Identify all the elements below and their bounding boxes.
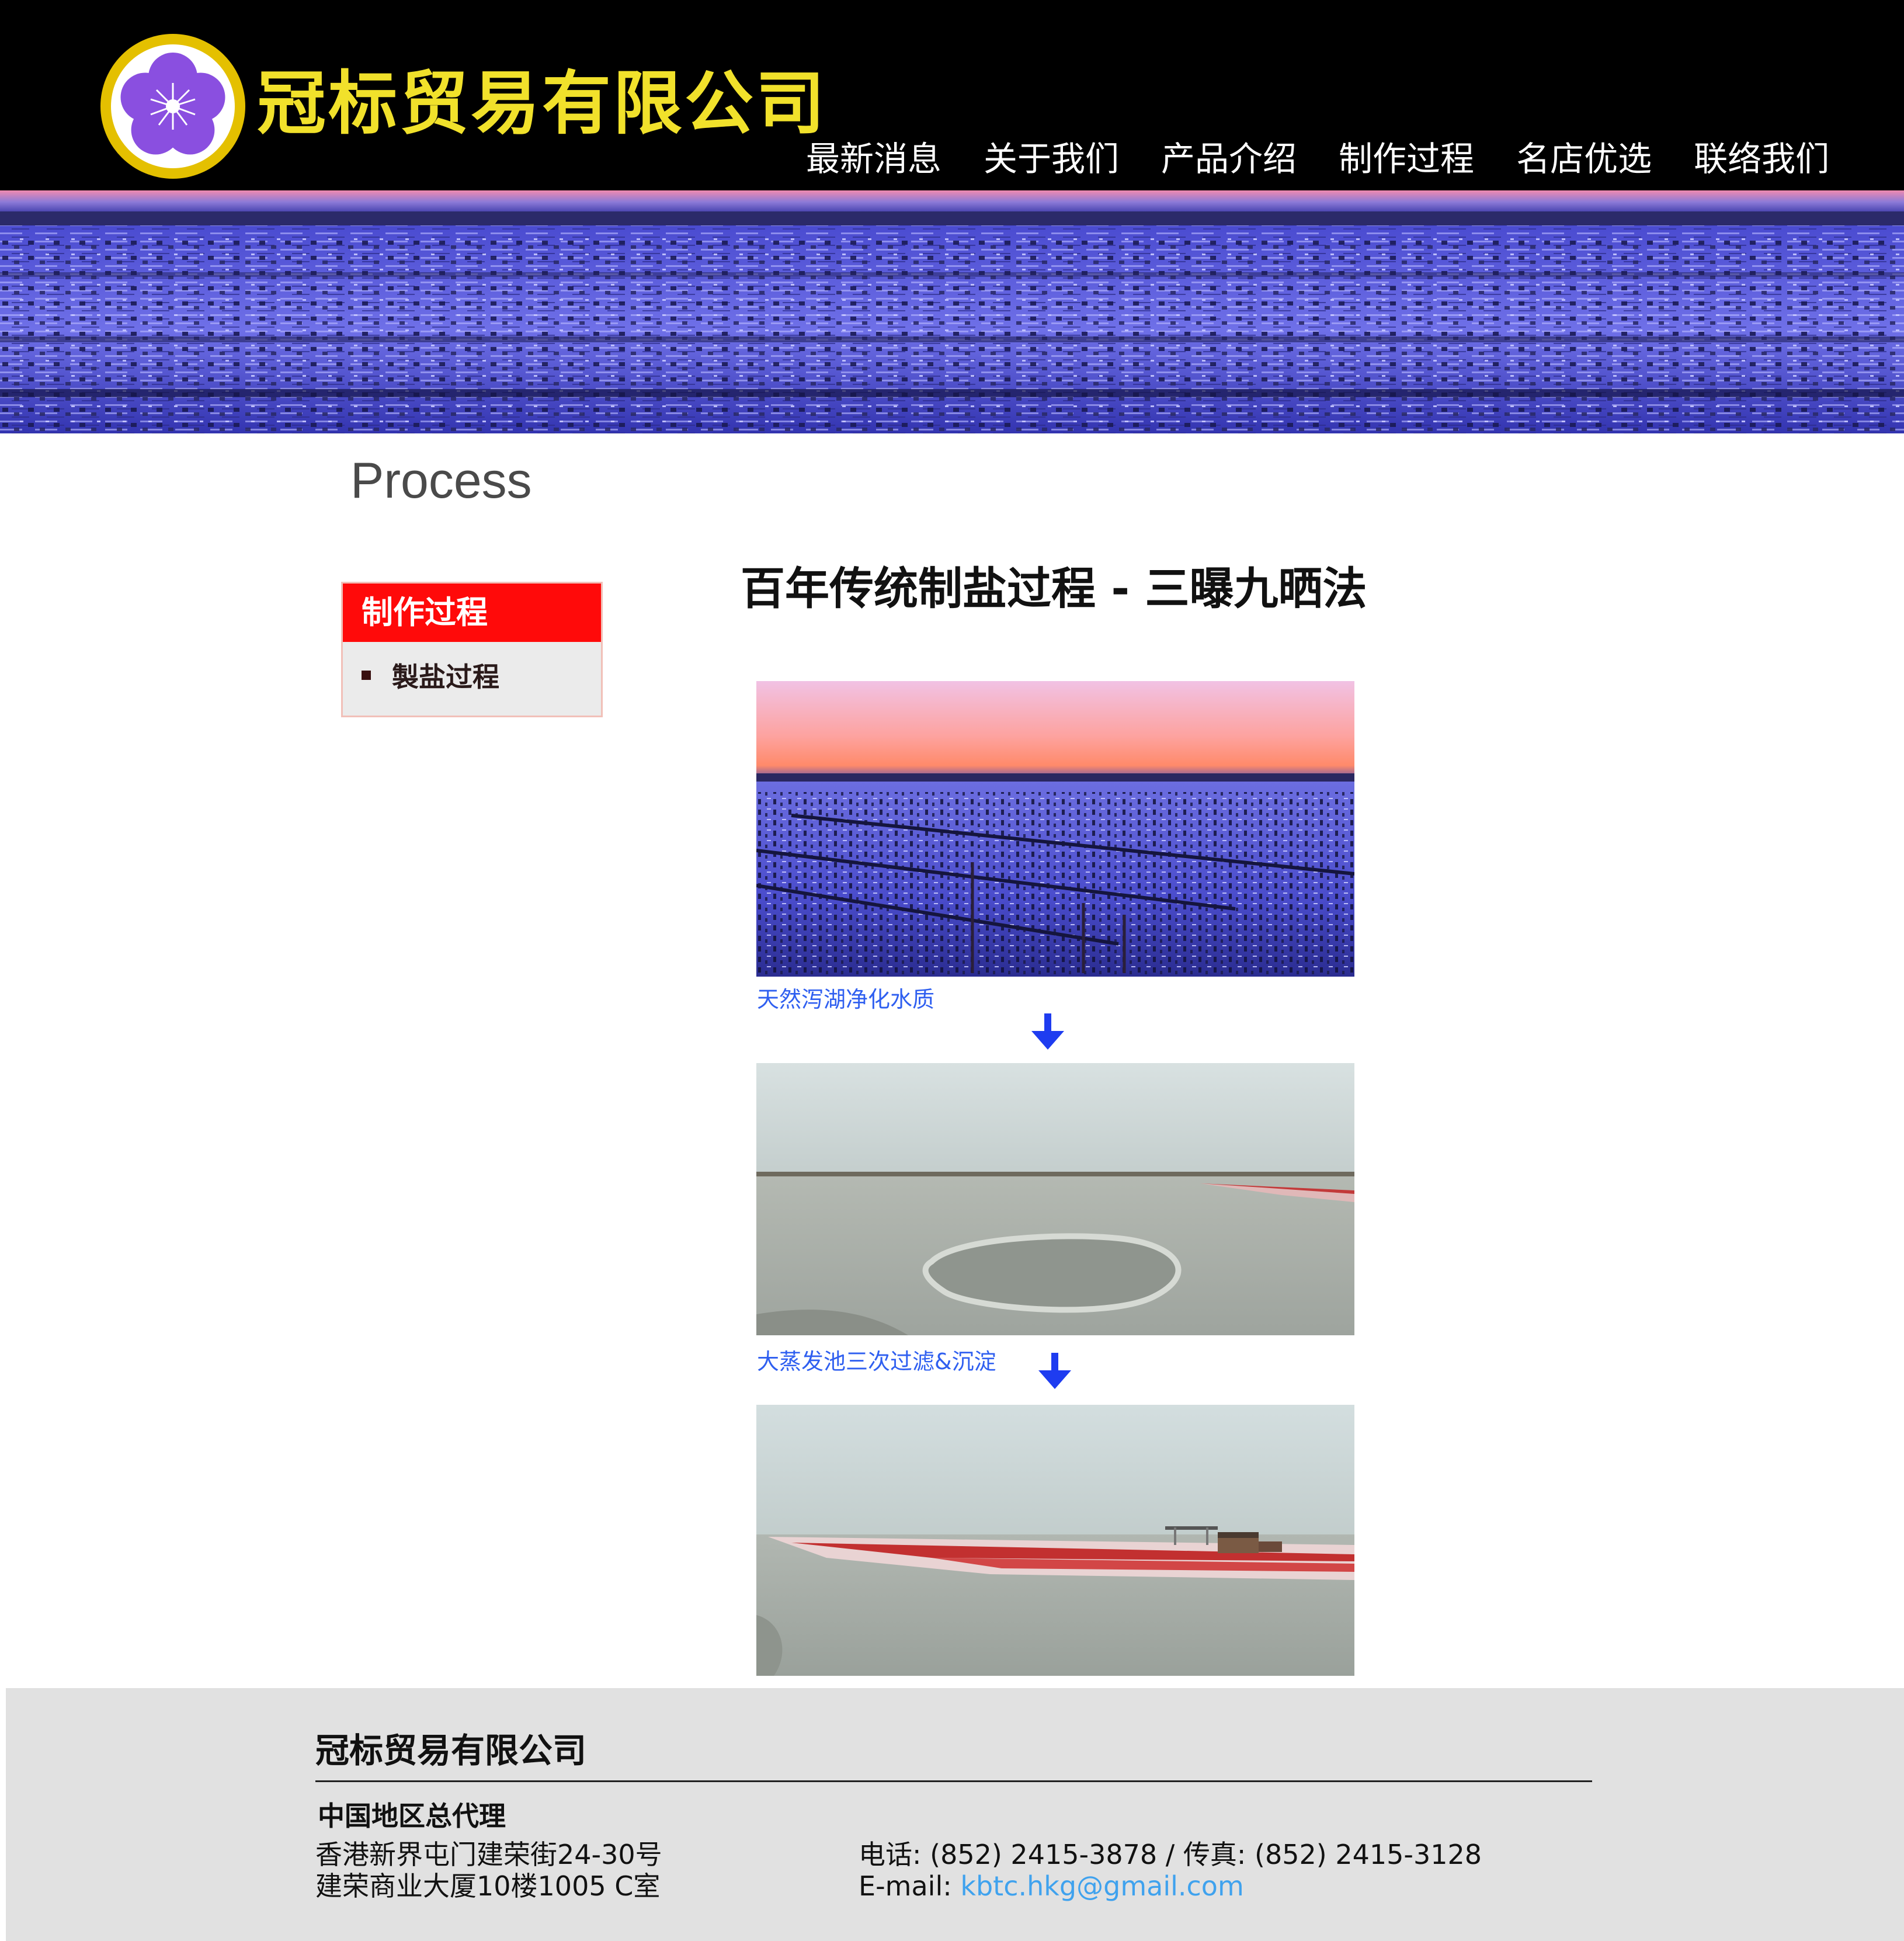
lagoon-photo	[756, 681, 1354, 977]
site-header: 冠标贸易有限公司 最新消息 关于我们 产品介绍 制作过程 名店优选 联络我们	[0, 0, 1904, 190]
nav-featured-shops[interactable]: 名店优选	[1516, 136, 1652, 182]
evaporation-pond-photo	[756, 1063, 1354, 1335]
footer-address-line-2: 建荣商业大厦10楼1005 C室	[315, 1870, 661, 1902]
salt-pan-photo	[756, 1405, 1354, 1676]
side-menu-item-salt-process[interactable]: 製盐过程	[362, 656, 499, 695]
footer-phone-fax: 电话: (852) 2415-3878 / 传真: (852) 2415-312…	[859, 1839, 1482, 1870]
square-bullet-icon	[362, 671, 371, 680]
side-menu-item-label[interactable]: 製盐过程	[392, 656, 499, 695]
side-menu: 制作过程 製盐过程	[341, 582, 603, 717]
side-menu-title[interactable]: 制作过程	[362, 595, 488, 630]
nav-contact[interactable]: 联络我们	[1694, 136, 1829, 182]
step-caption-2: 大蒸发池三次过滤&沉淀	[757, 1349, 996, 1374]
company-logo[interactable]	[100, 34, 245, 179]
down-arrow-icon	[1031, 1013, 1064, 1050]
footer-email-row: E-mail: kbtc.hkg@gmail.com	[859, 1873, 1244, 1900]
footer-divider	[315, 1780, 1592, 1782]
footer-email-label: E-mail:	[859, 1870, 961, 1902]
footer-company-name: 冠标贸易有限公司	[315, 1731, 587, 1770]
footer-agent-title: 中国地区总代理	[318, 1800, 506, 1832]
nav-about[interactable]: 关于我们	[984, 136, 1119, 182]
nav-news[interactable]: 最新消息	[806, 136, 941, 182]
page-title: Process	[350, 453, 532, 509]
company-name[interactable]: 冠标贸易有限公司	[257, 69, 827, 138]
footer-email-link[interactable]: kbtc.hkg@gmail.com	[960, 1870, 1243, 1902]
side-menu-header: 制作过程	[343, 584, 601, 642]
article-heading: 百年传统制盐过程 - 三曝九晒法	[741, 562, 1367, 614]
footer-address-line-1: 香港新界屯门建荣街24-30号	[315, 1839, 662, 1870]
site-footer: 冠标贸易有限公司 中国地区总代理 香港新界屯门建荣街24-30号 建荣商业大厦1…	[6, 1688, 1904, 1941]
nav-products[interactable]: 产品介绍	[1161, 136, 1297, 182]
nav-process[interactable]: 制作过程	[1339, 136, 1474, 182]
down-arrow-icon	[1038, 1353, 1071, 1389]
flower-logo-icon	[120, 53, 225, 155]
main-nav: 最新消息 关于我们 产品介绍 制作过程 名店优选 联络我们	[806, 136, 1829, 182]
banner-image	[0, 190, 1904, 433]
step-caption-1: 天然泻湖净化水质	[757, 987, 935, 1012]
